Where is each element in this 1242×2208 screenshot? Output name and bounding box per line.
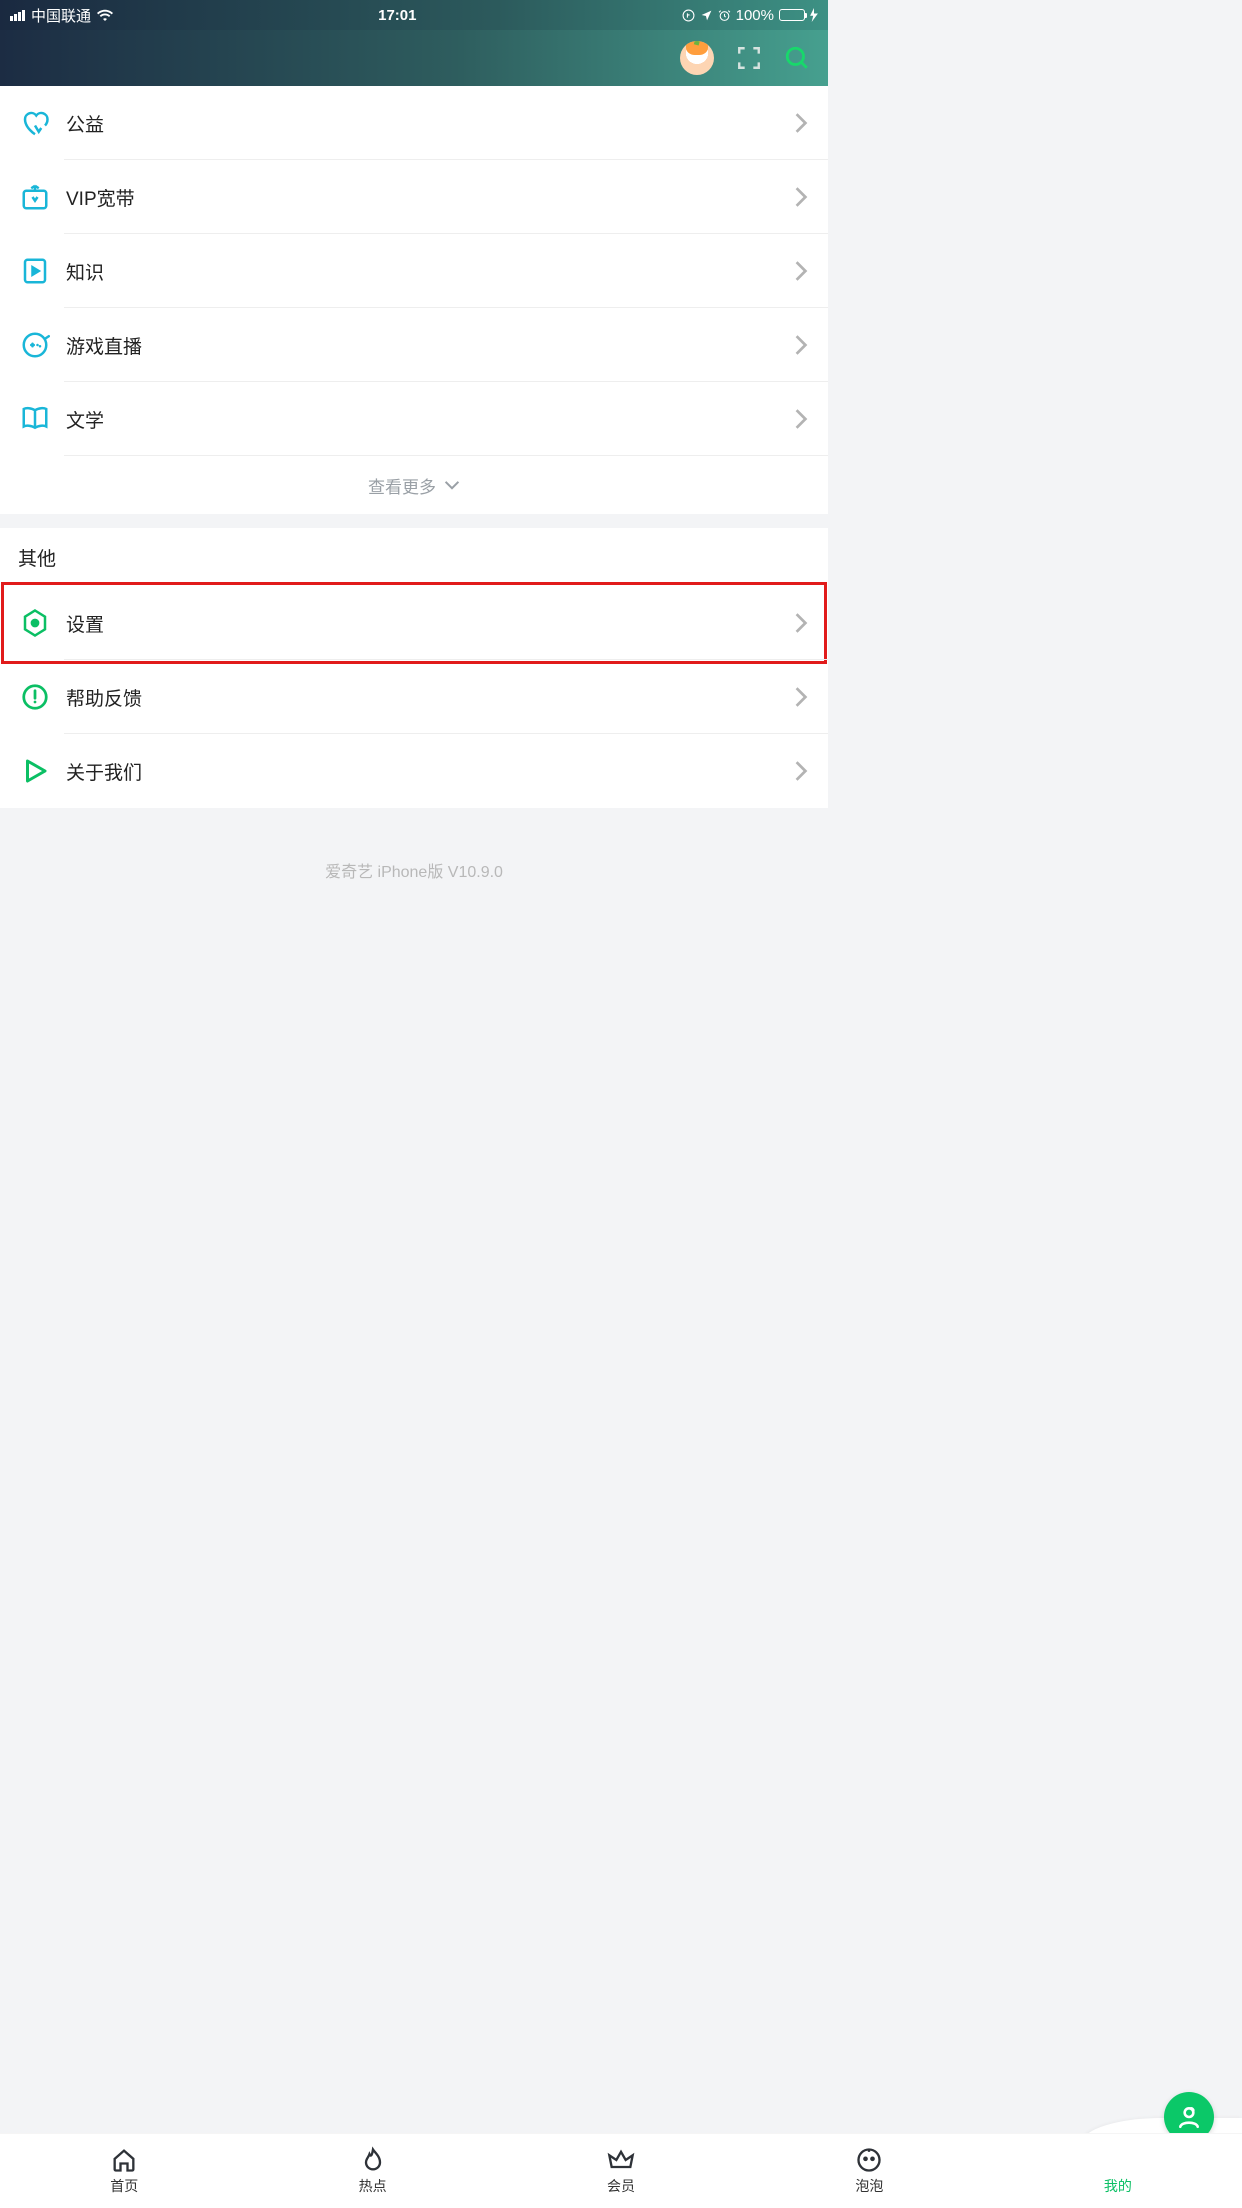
carrier-label: 中国联通	[31, 5, 91, 26]
chevron-right-icon	[794, 612, 808, 634]
gear-hex-icon	[20, 608, 50, 638]
play-doc-icon	[20, 256, 50, 286]
list-item-label: 设置	[66, 610, 794, 637]
chevron-right-icon	[794, 686, 808, 708]
person-icon	[1176, 2104, 1202, 2130]
battery-percent: 100%	[736, 7, 774, 24]
app-header	[0, 30, 828, 86]
alert-circle-icon	[20, 682, 50, 712]
flame-icon	[359, 2146, 387, 2174]
tab-member[interactable]: 会员	[497, 2146, 745, 2196]
chevron-down-icon	[444, 480, 460, 490]
list-item-settings[interactable]: 设置	[0, 586, 828, 660]
list-item-help[interactable]: 帮助反馈	[0, 660, 828, 734]
services-section: 公益 VIP宽带 知识 游戏直播 文学 查看更多	[0, 86, 828, 514]
search-icon[interactable]	[784, 45, 810, 71]
list-item-about[interactable]: 关于我们	[0, 734, 828, 808]
tab-bar: 首页 热点 会员 泡泡 我的	[0, 2118, 1242, 2208]
chevron-right-icon	[794, 112, 808, 134]
chevron-right-icon	[794, 186, 808, 208]
list-item-knowledge[interactable]: 知识	[0, 234, 828, 308]
home-icon	[110, 2146, 138, 2174]
chevron-right-icon	[794, 334, 808, 356]
view-more-button[interactable]: 查看更多	[0, 456, 828, 514]
location-icon	[700, 9, 713, 22]
tab-paopao[interactable]: 泡泡	[745, 2146, 993, 2196]
chevron-right-icon	[794, 760, 808, 782]
chevron-right-icon	[794, 408, 808, 430]
status-bar: 中国联通 17:01 100%	[0, 0, 828, 30]
list-item-label: 文学	[66, 406, 794, 433]
status-time: 17:01	[378, 7, 416, 24]
list-item-label: VIP宽带	[66, 184, 794, 211]
view-more-label: 查看更多	[368, 473, 436, 498]
app-version: 爱奇艺 iPhone版 V10.9.0	[0, 808, 828, 962]
play-tri-icon	[20, 756, 50, 786]
status-right: 100%	[682, 7, 818, 24]
tab-label: 会员	[607, 2176, 635, 2196]
list-item-label: 帮助反馈	[66, 684, 794, 711]
heart-icon	[20, 108, 50, 138]
list-item-vipband[interactable]: VIP宽带	[0, 160, 828, 234]
chevron-right-icon	[794, 260, 808, 282]
list-item-charity[interactable]: 公益	[0, 86, 828, 160]
book-icon	[20, 404, 50, 434]
tab-hot[interactable]: 热点	[248, 2146, 496, 2196]
status-left: 中国联通	[10, 5, 113, 26]
list-item-label: 关于我们	[66, 758, 794, 785]
gamepad-icon	[20, 330, 50, 360]
section-title-other: 其他	[0, 528, 828, 586]
tab-label: 首页	[110, 2176, 138, 2196]
tab-label: 泡泡	[855, 2176, 883, 2196]
list-item-label: 知识	[66, 258, 794, 285]
tab-label: 热点	[359, 2176, 387, 2196]
face-icon	[855, 2146, 883, 2174]
avatar[interactable]	[680, 41, 714, 75]
list-item-literature[interactable]: 文学	[0, 382, 828, 456]
list-item-label: 公益	[66, 110, 794, 137]
other-section: 其他 设置 帮助反馈 关于我们	[0, 528, 828, 808]
tv-icon	[20, 182, 50, 212]
wifi-icon	[97, 9, 113, 21]
charging-icon	[810, 8, 818, 22]
tab-mine[interactable]: 我的	[994, 2146, 1242, 2196]
cellular-signal-icon	[10, 10, 25, 21]
orientation-lock-icon	[682, 9, 695, 22]
tab-label: 我的	[1104, 2176, 1132, 2196]
scan-icon[interactable]	[736, 45, 762, 71]
alarm-icon	[718, 9, 731, 22]
list-item-label: 游戏直播	[66, 332, 794, 359]
battery-icon	[779, 9, 805, 21]
crown-icon	[607, 2146, 635, 2174]
list-item-gamelive[interactable]: 游戏直播	[0, 308, 828, 382]
tab-home[interactable]: 首页	[0, 2146, 248, 2196]
